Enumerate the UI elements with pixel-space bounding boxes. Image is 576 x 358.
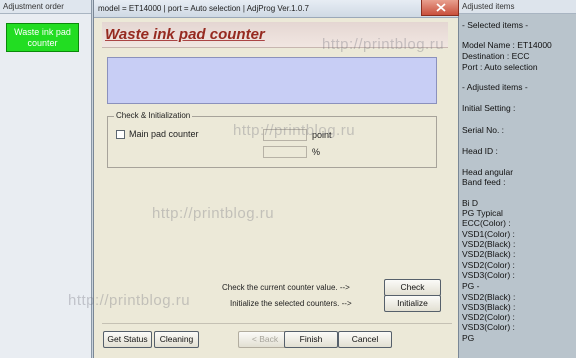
list-item: - Adjusted items - <box>462 82 528 92</box>
list-item: PG - <box>462 281 480 291</box>
watermark: http://printblog.ru <box>68 292 191 309</box>
list-item: Head angular <box>462 167 514 177</box>
list-item: Head ID : <box>462 146 498 156</box>
main-pad-label: Main pad counter <box>129 129 199 139</box>
right-window-title: Adjusted items <box>459 0 576 14</box>
finish-button[interactable]: Finish <box>284 331 338 348</box>
watermark: http://printblog.ru <box>233 122 356 139</box>
list-item: VSD1(Color) : <box>462 229 515 239</box>
list-item: VSD3(Color) : <box>462 270 515 280</box>
watermark: http://printblog.ru <box>322 36 445 53</box>
list-item: VSD2(Black) : <box>462 292 516 302</box>
list-item: VSD3(Color) : <box>462 322 515 332</box>
waste-ink-pad-counter-item[interactable]: Waste ink pad counter <box>6 23 79 52</box>
list-item: - Selected items - <box>462 20 529 30</box>
cleaning-button[interactable]: Cleaning <box>154 331 199 348</box>
screen: Adjustment order Waste ink pad counter m… <box>0 0 576 358</box>
list-item: Band feed : <box>462 177 506 187</box>
list-item: VSD2(Black) : <box>462 249 516 259</box>
main-pad-checkbox[interactable] <box>116 130 125 139</box>
percent-value-field <box>263 146 307 158</box>
check-button[interactable]: Check <box>384 279 441 296</box>
watermark: http://printblog.ru <box>152 205 275 222</box>
list-item: VSD2(Color) : <box>462 312 515 322</box>
info-area <box>107 57 437 104</box>
group-label: Check & Initialization <box>114 111 193 120</box>
list-item: ECC(Color) : <box>462 218 511 228</box>
close-icon <box>436 3 446 12</box>
list-item: Destination : ECC <box>462 51 530 61</box>
cancel-button[interactable]: Cancel <box>338 331 392 348</box>
check-instruction: Check the current counter value. --> <box>222 283 350 292</box>
list-item: Port : Auto selection <box>462 62 538 72</box>
list-item: VSD3(Black) : <box>462 302 516 312</box>
initialize-instruction: Initialize the selected counters. --> <box>230 299 352 308</box>
left-window-title: Adjustment order <box>0 0 91 14</box>
list-item: PG Typical <box>462 208 503 218</box>
close-button[interactable] <box>421 0 459 16</box>
initialize-button[interactable]: Initialize <box>384 295 441 312</box>
percent-unit: % <box>312 147 321 157</box>
adjusted-items-window: Adjusted items - Selected items - Model … <box>459 0 576 358</box>
list-item: VSD2(Black) : <box>462 239 516 249</box>
list-item: Bi D <box>462 198 479 208</box>
divider <box>102 323 452 324</box>
get-status-button[interactable]: Get Status <box>103 331 152 348</box>
list-item: Serial No. : <box>462 125 505 135</box>
list-item: PG <box>462 333 475 343</box>
list-item: Model Name : ET14000 <box>462 40 552 50</box>
dialog-title: model = ET14000 | port = Auto selection … <box>94 0 458 18</box>
list-item: VSD2(Color) : <box>462 260 515 270</box>
page-title: Waste ink pad counter <box>105 26 265 43</box>
list-item: Initial Setting : <box>462 103 516 113</box>
